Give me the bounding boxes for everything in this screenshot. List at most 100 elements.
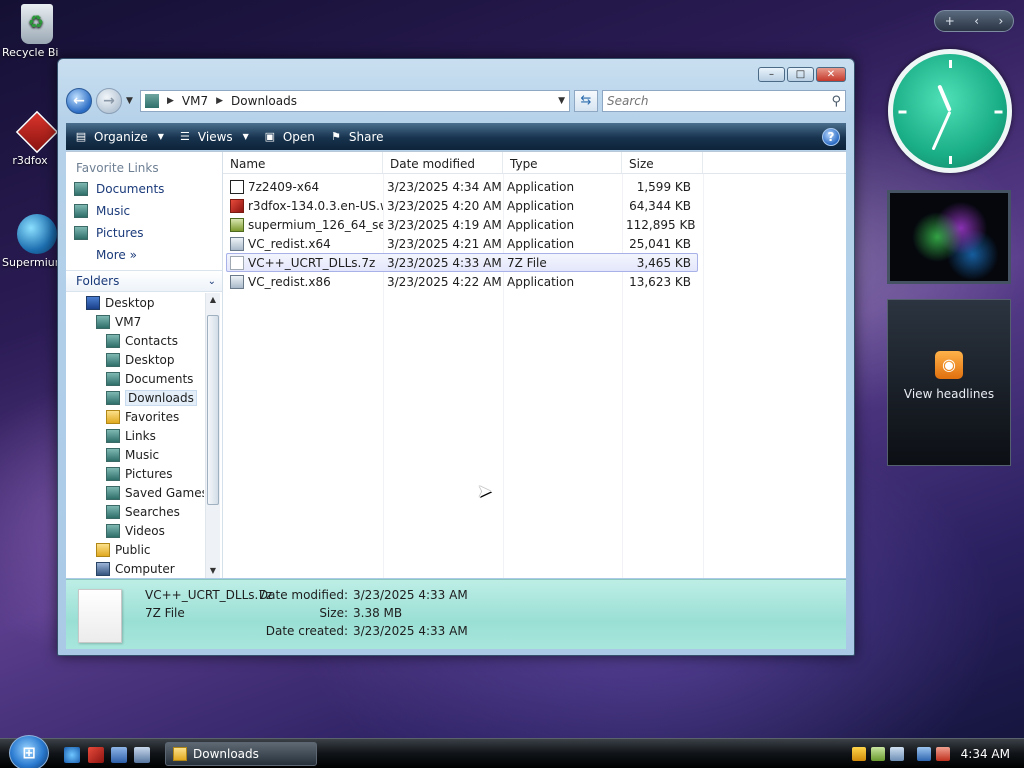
scroll-down-arrow[interactable]: ▼ [206,564,220,578]
details-date-created-label: Date created: [265,624,348,638]
views-label: Views [197,129,233,144]
maximize-button[interactable]: □ [787,67,814,82]
breadcrumb-vm7[interactable]: VM7 [182,94,208,108]
back-button[interactable]: ← [66,88,92,114]
sidebar-prev-button[interactable]: ‹ [974,14,979,28]
file-type: 7Z File [507,255,547,270]
music-icon [106,447,120,462]
search-box: ⚲ [602,90,846,112]
saved-games-icon [106,485,120,500]
update-icon[interactable] [870,747,885,761]
scroll-up-arrow[interactable]: ▲ [206,293,220,307]
view-headlines-link[interactable]: View headlines [888,387,1010,401]
network-icon[interactable] [916,747,931,761]
column-header-size[interactable]: Size [622,152,703,173]
more-links-button[interactable]: More » [66,244,222,266]
file-name: r3dfox-134.0.3.en-US.w... [248,198,383,213]
favorite-link-documents[interactable]: Documents [66,178,222,200]
tree-item-favorites[interactable]: Favorites [66,407,204,426]
file-row[interactable]: supermium_126_64_set... 3/23/2025 4:19 A… [227,215,698,234]
tree-item-desktop[interactable]: Desktop [66,293,204,312]
help-icon[interactable]: ? [822,127,840,146]
tree-item-saved-games[interactable]: Saved Games [66,483,204,502]
switch-windows-icon[interactable] [134,747,150,763]
r3dfox-quicklaunch-icon[interactable] [88,747,104,763]
file-row[interactable]: VC_redist.x64 3/23/2025 4:21 AM Applicat… [227,234,698,253]
tree-item-vm7[interactable]: VM7 [66,312,204,331]
share-button[interactable]: ⚑ Share [327,127,392,147]
feed-headlines-gadget[interactable]: ◉ View headlines [887,299,1011,466]
file-date: 3/23/2025 4:20 AM [387,198,502,213]
file-date: 3/23/2025 4:21 AM [387,236,502,251]
tree-item-pictures[interactable]: Pictures [66,464,204,483]
tree-item-computer[interactable]: Computer [66,559,204,578]
more-label: More [96,248,126,262]
file-row[interactable]: 7z2409-x64 3/23/2025 4:34 AM Application… [227,177,698,196]
show-desktop-icon[interactable] [111,747,127,763]
refresh-button[interactable]: ⇆ [574,90,598,112]
file-date: 3/23/2025 4:19 AM [387,217,502,232]
file-row[interactable]: VC_redist.x86 3/23/2025 4:22 AM Applicat… [227,272,698,291]
favorite-link-label: Music [96,204,131,218]
views-button[interactable]: ☰ Views ▼ [176,127,257,147]
chevron-right-icon[interactable]: ▶ [216,96,223,106]
forward-button[interactable]: → [96,88,122,114]
details-date-created: 3/23/2025 4:33 AM [353,624,468,638]
tree-item-searches[interactable]: Searches [66,502,204,521]
links-icon [106,428,120,443]
tree-item-music[interactable]: Music [66,445,204,464]
tree-item-public[interactable]: Public [66,540,204,559]
column-header-name[interactable]: Name [223,152,383,173]
tree-item-documents[interactable]: Documents [66,369,204,388]
recycle-bin-label: Recycle Bin [2,46,58,59]
volume-muted-icon[interactable] [935,747,950,761]
file-type: Application [507,198,575,213]
breadcrumb-downloads[interactable]: Downloads [231,94,297,108]
security-shield-icon[interactable] [851,747,866,761]
start-button[interactable]: ⊞ [9,735,49,768]
folders-header[interactable]: Folders ⌄ [66,270,222,292]
sidebar-next-button[interactable]: › [998,14,1003,28]
column-header-type[interactable]: Type [503,152,622,173]
folder-tree: Desktop VM7 Contacts Desktop Documents D… [66,293,204,578]
open-button[interactable]: ▣ Open [261,127,323,147]
r3dfox-image [15,110,59,154]
organize-button[interactable]: ▤ Organize ▼ [72,127,172,147]
search-icon[interactable]: ⚲ [831,94,841,109]
add-gadget-button[interactable]: + [945,14,955,28]
address-row: ← → ▼ ▶ VM7 ▶ Downloads ▼ ⇆ ⚲ [66,88,846,114]
internet-explorer-icon[interactable] [64,747,80,763]
installer-icon [230,236,244,251]
slideshow-gadget[interactable] [887,190,1011,284]
address-dropdown-icon[interactable]: ▼ [558,96,569,106]
tree-item-videos[interactable]: Videos [66,521,204,540]
network-status-icon[interactable] [889,747,904,761]
pictures-icon [74,226,88,240]
r3dfox-label: r3dfox [12,154,48,167]
tree-item-desktop-folder[interactable]: Desktop [66,350,204,369]
clock-gadget[interactable] [888,49,1012,173]
file-row[interactable]: r3dfox-134.0.3.en-US.w... 3/23/2025 4:20… [227,196,698,215]
scroll-thumb[interactable] [207,315,219,505]
favorite-link-pictures[interactable]: Pictures [66,222,222,244]
file-row-selected[interactable]: VC++_UCRT_DLLs.7z 3/23/2025 4:33 AM 7Z F… [226,253,698,272]
chevron-right-icon[interactable]: ▶ [167,96,174,106]
taskbar-clock[interactable]: 4:34 AM [961,747,1010,761]
tree-item-links[interactable]: Links [66,426,204,445]
minimize-button[interactable]: – [758,67,785,82]
folder-tree-scrollbar[interactable]: ▲ ▼ [205,293,220,578]
tree-item-contacts[interactable]: Contacts [66,331,204,350]
file-rows: 7z2409-x64 3/23/2025 4:34 AM Application… [226,177,698,291]
taskbar-window-downloads[interactable]: Downloads [165,742,317,766]
tree-item-downloads[interactable]: Downloads [66,388,204,407]
chevron-down-icon: ⌄ [207,275,216,287]
close-button[interactable]: ✕ [816,67,846,82]
search-input[interactable] [607,94,832,108]
column-header-date[interactable]: Date modified [383,152,503,173]
contacts-icon [106,333,120,348]
recycle-bin-icon[interactable]: Recycle Bin [2,4,72,59]
favorite-link-music[interactable]: Music [66,200,222,222]
recent-pages-dropdown[interactable]: ▼ [126,96,136,106]
address-bar[interactable]: ▶ VM7 ▶ Downloads ▼ [140,90,570,112]
public-folder-icon [96,542,110,557]
